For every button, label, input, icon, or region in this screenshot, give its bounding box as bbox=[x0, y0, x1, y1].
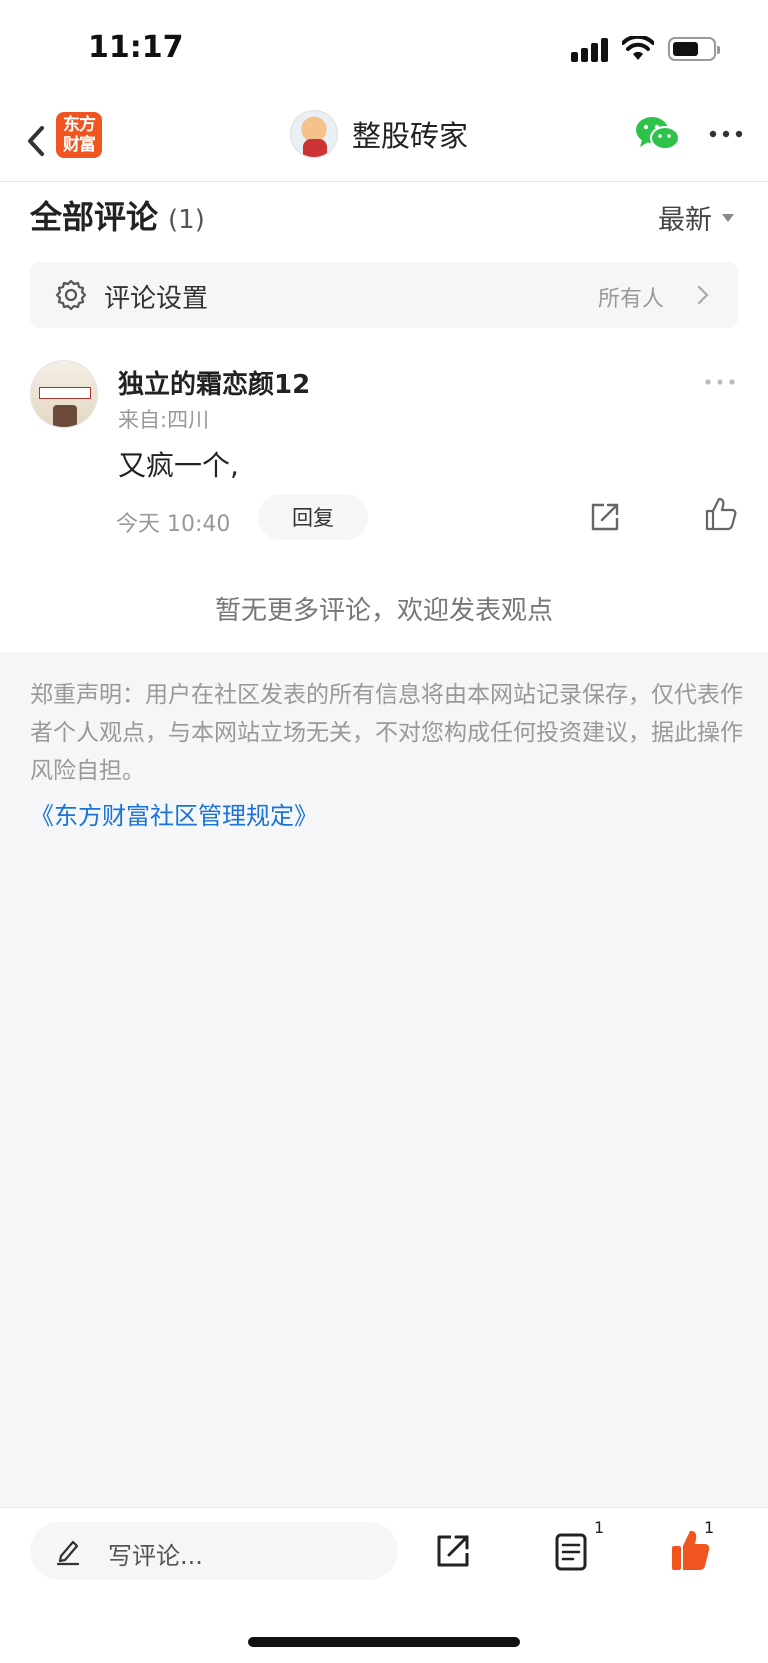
comment-more-icon[interactable] bbox=[704, 378, 736, 386]
like-count-badge: 1 bbox=[704, 1518, 715, 1537]
eastmoney-logo[interactable]: 东方 财富 bbox=[56, 112, 102, 158]
chevron-right-icon bbox=[697, 285, 709, 305]
settings-label: 评论设置 bbox=[104, 284, 209, 314]
commenter-location: 来自:四川 bbox=[118, 408, 210, 432]
wechat-share-icon[interactable] bbox=[634, 114, 682, 154]
brand-line-1: 东方 bbox=[63, 115, 96, 135]
commenter-avatar[interactable] bbox=[30, 360, 98, 428]
comments-title: 全部评论 bbox=[30, 198, 159, 236]
comments-panel: 全部评论 (1) 最新 评论设置 所有人 独立的霜恋颜12 来自:四川 又疯一个… bbox=[0, 182, 768, 652]
comments-count: (1) bbox=[168, 205, 205, 235]
comment-time: 今天 10:40 bbox=[116, 512, 231, 537]
more-options-icon[interactable] bbox=[708, 124, 744, 144]
comments-header: 全部评论 (1) bbox=[30, 192, 205, 238]
home-indicator bbox=[248, 1637, 520, 1647]
caret-down-icon bbox=[722, 213, 734, 222]
cellular-signal-icon bbox=[571, 36, 608, 62]
comment-count-badge: 1 bbox=[594, 1518, 605, 1537]
author-name[interactable]: 整股砖家 bbox=[352, 113, 468, 155]
back-button[interactable] bbox=[16, 118, 56, 164]
comment-input-placeholder: 写评论... bbox=[108, 1542, 203, 1570]
comment-input[interactable]: 写评论... bbox=[30, 1522, 398, 1580]
nav-bar: 东方 财富 整股砖家 bbox=[0, 100, 768, 182]
pencil-icon bbox=[56, 1540, 80, 1566]
community-rules-link[interactable]: 《东方财富社区管理规定》 bbox=[30, 796, 318, 831]
settings-value: 所有人 bbox=[597, 287, 664, 312]
thumbs-up-icon[interactable] bbox=[704, 496, 738, 532]
comment-list-icon[interactable] bbox=[554, 1532, 588, 1572]
author-header[interactable]: 整股砖家 bbox=[290, 110, 468, 158]
status-time: 11:17 bbox=[88, 30, 184, 65]
gear-icon bbox=[55, 279, 87, 311]
reply-button[interactable]: 回复 bbox=[258, 494, 368, 540]
sort-label: 最新 bbox=[658, 205, 712, 236]
battery-icon bbox=[668, 37, 720, 61]
comment-text: 又疯一个, bbox=[118, 449, 239, 482]
wifi-icon bbox=[622, 36, 654, 60]
status-icons bbox=[571, 36, 720, 62]
no-more-comments: 暂无更多评论，欢迎发表观点 bbox=[214, 596, 553, 626]
comment-item: 独立的霜恋颜12 来自:四川 又疯一个, 今天 10:40 回复 bbox=[0, 348, 768, 548]
brand-line-2: 财富 bbox=[63, 135, 96, 155]
comment-settings-row[interactable]: 评论设置 所有人 bbox=[30, 262, 738, 328]
disclaimer-text: 郑重声明：用户在社区发表的所有信息将由本网站记录保存，仅代表作者个人观点，与本网… bbox=[30, 682, 743, 784]
status-bar: 11:17 bbox=[0, 0, 768, 100]
share-icon[interactable] bbox=[434, 1532, 472, 1570]
share-icon[interactable] bbox=[588, 500, 622, 534]
sort-dropdown[interactable]: 最新 bbox=[658, 198, 734, 237]
commenter-username[interactable]: 独立的霜恋颜12 bbox=[118, 364, 310, 401]
author-avatar[interactable] bbox=[290, 110, 338, 158]
